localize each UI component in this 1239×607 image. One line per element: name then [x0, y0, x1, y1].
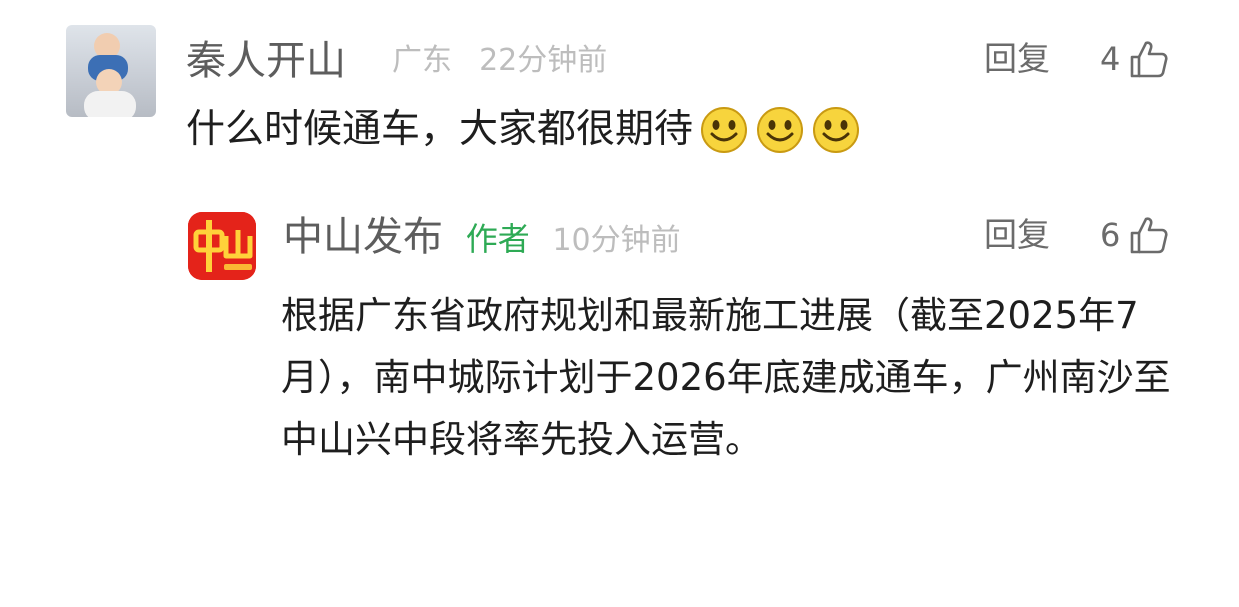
zhongshan-logo-icon: [188, 212, 256, 280]
comment-username[interactable]: 秦人开山: [186, 36, 346, 86]
comment-text: 什么时候通车，大家都很期待: [186, 107, 694, 152]
reply-time: 10分钟前: [552, 223, 681, 258]
reply-like-button[interactable]: 6: [1100, 210, 1170, 260]
comment-location: 广东: [392, 43, 452, 78]
comment-reply-button[interactable]: 回复: [984, 34, 1050, 84]
comment-time: 22分钟前: [479, 43, 608, 78]
user-avatar[interactable]: [66, 25, 156, 117]
smile-emoji-icon: [813, 107, 860, 153]
smile-emoji-icon: [701, 107, 748, 153]
smile-emoji-icon: [757, 107, 804, 153]
comment-like-button[interactable]: 4: [1100, 34, 1170, 84]
author-avatar[interactable]: [188, 212, 256, 280]
reply-reply-button[interactable]: 回复: [984, 210, 1050, 260]
comment-like-count: 4: [1100, 40, 1121, 78]
reply-author-name[interactable]: 中山发布: [283, 214, 443, 260]
reply-author-row: 中山发布 作者 10分钟前: [283, 212, 681, 266]
comment-text-row: 什么时候通车，大家都很期待: [186, 100, 861, 160]
reply-like-count: 6: [1100, 216, 1121, 254]
reply-text: 根据广东省政府规划和最新施工进展（截至2025年7月），南中城际计划于2026年…: [281, 294, 1171, 461]
author-badge: 作者: [465, 220, 530, 258]
comment-meta: 广东 22分钟前: [392, 36, 607, 86]
thumbs-up-icon: [1131, 41, 1168, 78]
thumbs-up-icon: [1131, 217, 1168, 254]
